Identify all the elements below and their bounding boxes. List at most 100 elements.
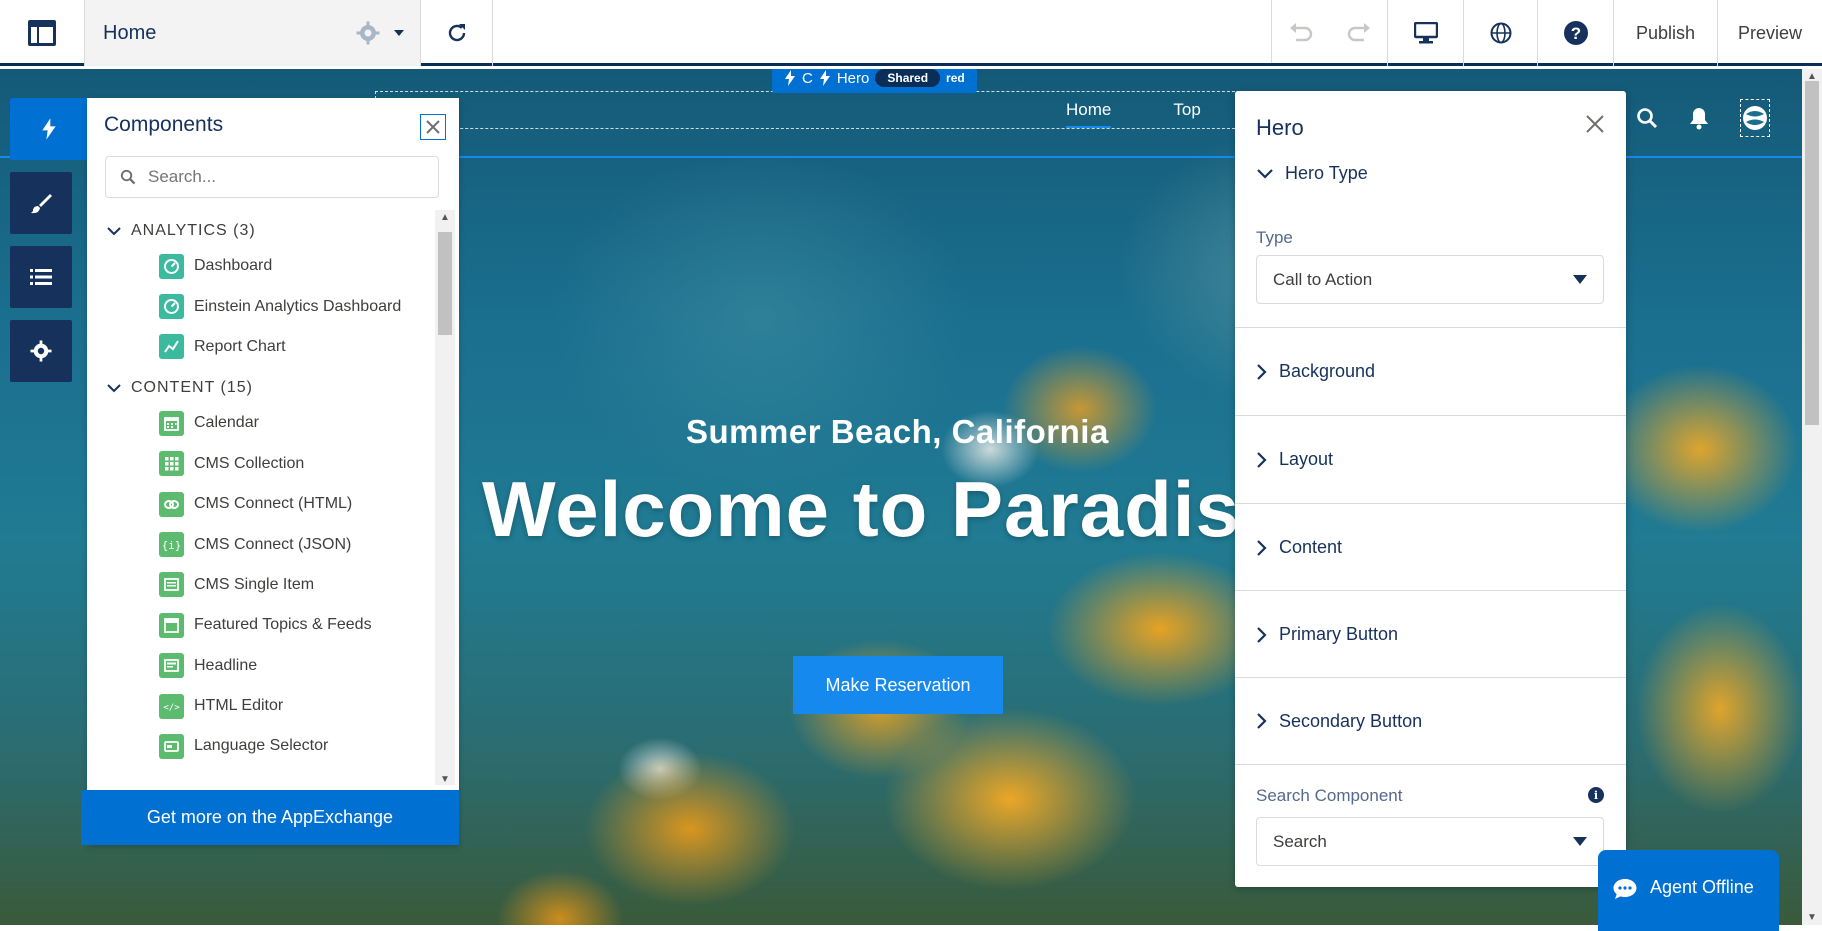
shared-badge: Shared xyxy=(875,69,941,87)
component-item[interactable]: Featured Topics & Feeds xyxy=(87,605,435,645)
section-label: Hero Type xyxy=(1285,163,1368,183)
avatar[interactable] xyxy=(1740,99,1770,137)
refresh-button[interactable] xyxy=(421,0,493,66)
type-select[interactable]: Call to Action xyxy=(1256,255,1604,304)
scroll-thumb[interactable] xyxy=(438,232,452,335)
components-panel: Components ANALYTICS (3) Dashboard Einst… xyxy=(81,98,459,845)
preview-button[interactable]: Preview xyxy=(1718,0,1822,66)
chevron-down-icon xyxy=(1573,837,1587,846)
section-primary-button[interactable]: Primary Button xyxy=(1235,590,1626,678)
component-item[interactable]: {i} CMS Connect (JSON) xyxy=(87,524,435,564)
scroll-down-icon[interactable]: ▼ xyxy=(1807,912,1817,923)
category-label: CONTENT (15) xyxy=(131,379,253,397)
publish-button[interactable]: Publish xyxy=(1614,0,1718,66)
section-hero-type[interactable]: Hero Type xyxy=(1257,163,1368,184)
page-selector[interactable]: Home xyxy=(85,0,421,66)
search-icon[interactable] xyxy=(1636,107,1658,129)
component-item[interactable]: CMS Connect (HTML) xyxy=(87,484,435,524)
lightning-icon xyxy=(785,70,795,86)
gear-icon xyxy=(30,340,52,362)
svg-text:{i}: {i} xyxy=(163,539,180,552)
canvas-scrollbar[interactable]: ▲ ▼ xyxy=(1802,69,1822,925)
shared-suffix: red xyxy=(946,71,965,85)
components-scrollbar[interactable]: ▲ ▼ xyxy=(435,210,455,785)
settings-tab[interactable] xyxy=(10,320,72,382)
category-analytics[interactable]: ANALYTICS (3) xyxy=(87,216,435,246)
page-structure-button[interactable] xyxy=(0,0,85,66)
code-icon: </> xyxy=(159,693,184,719)
help-button[interactable]: ? xyxy=(1538,0,1614,66)
component-item[interactable]: CMS Single Item xyxy=(87,565,435,605)
device-preview-button[interactable] xyxy=(1388,0,1464,66)
nav-item-topics[interactable]: Top xyxy=(1173,100,1200,128)
close-button[interactable] xyxy=(1586,115,1604,138)
component-label: Featured Topics & Feeds xyxy=(194,616,372,634)
scroll-up-icon[interactable]: ▲ xyxy=(440,212,450,223)
category-content[interactable]: CONTENT (15) xyxy=(87,373,435,403)
section-label: Layout xyxy=(1279,449,1334,469)
globe-icon xyxy=(1490,22,1511,44)
appexchange-link[interactable]: Get more on the AppExchange xyxy=(81,790,459,845)
section-layout[interactable]: Layout xyxy=(1235,415,1626,503)
theme-tab[interactable] xyxy=(10,172,72,234)
headline-icon xyxy=(159,653,184,679)
builder-sidebar xyxy=(10,98,88,394)
chevron-down-icon xyxy=(1257,168,1273,179)
panel-title: Hero xyxy=(1256,115,1304,140)
redo-button[interactable] xyxy=(1330,0,1388,66)
component-prefix: C xyxy=(802,69,813,87)
hero-component-label[interactable]: C Hero Shared red xyxy=(772,69,977,93)
component-item[interactable]: Headline xyxy=(87,646,435,686)
hero-label-text: Hero xyxy=(836,69,870,87)
chevron-down-icon xyxy=(107,226,121,235)
calendar-icon xyxy=(159,410,184,436)
desktop-icon xyxy=(1413,22,1438,44)
section-label: Secondary Button xyxy=(1279,710,1423,731)
component-item[interactable]: Dashboard xyxy=(87,246,435,286)
nav-item-home[interactable]: Home xyxy=(1066,100,1112,128)
search-component-value: Search xyxy=(1273,831,1327,851)
components-tab[interactable] xyxy=(10,98,88,160)
undo-button[interactable] xyxy=(1272,0,1330,66)
component-label: Headline xyxy=(194,656,258,674)
component-item[interactable]: CMS Collection xyxy=(87,444,435,484)
type-label: Type xyxy=(1256,228,1293,247)
site-navigation: Home Top xyxy=(1066,100,1201,128)
component-label: CMS Connect (HTML) xyxy=(194,495,353,513)
component-item[interactable]: Report Chart xyxy=(87,327,435,367)
json-icon: {i} xyxy=(159,532,184,558)
close-button[interactable] xyxy=(420,114,446,140)
chevron-right-icon xyxy=(1257,713,1267,729)
section-content[interactable]: Content xyxy=(1235,503,1626,591)
component-item[interactable]: Language Selector xyxy=(87,726,435,766)
svg-text:</>: </> xyxy=(163,703,180,713)
report-chart-icon xyxy=(159,334,184,360)
panel-title: Components xyxy=(104,113,224,136)
component-item[interactable]: Calendar xyxy=(87,403,435,443)
search-icon xyxy=(120,169,136,185)
bell-icon[interactable] xyxy=(1688,106,1710,130)
language-button[interactable] xyxy=(1464,0,1538,66)
chevron-right-icon xyxy=(1257,626,1267,643)
search-input[interactable] xyxy=(148,167,408,187)
scroll-down-icon[interactable]: ▼ xyxy=(440,774,450,785)
search-component-select[interactable]: Search xyxy=(1256,817,1604,866)
component-item[interactable]: </> HTML Editor xyxy=(87,686,435,726)
section-background[interactable]: Background xyxy=(1235,327,1626,415)
section-secondary-button[interactable]: Secondary Button xyxy=(1235,677,1626,765)
make-reservation-button[interactable]: Make Reservation xyxy=(793,656,1003,714)
site-header-icons xyxy=(1636,99,1770,137)
scroll-thumb[interactable] xyxy=(1805,81,1819,425)
component-label: CMS Connect (JSON) xyxy=(194,535,352,553)
hero-property-panel: Hero Hero Type Type Call to Action Backg… xyxy=(1235,91,1626,887)
info-icon[interactable]: i xyxy=(1588,787,1604,803)
page-structure-tab[interactable] xyxy=(10,246,72,308)
search-box[interactable] xyxy=(105,156,439,198)
close-icon xyxy=(1586,115,1604,133)
redo-icon xyxy=(1347,23,1370,42)
list-icon xyxy=(30,269,52,285)
page-settings-button[interactable] xyxy=(356,21,404,45)
hero-subtitle: Summer Beach, California xyxy=(686,413,1109,450)
component-item[interactable]: Einstein Analytics Dashboard xyxy=(87,286,435,326)
agent-offline-button[interactable]: Agent Offline xyxy=(1598,850,1779,931)
